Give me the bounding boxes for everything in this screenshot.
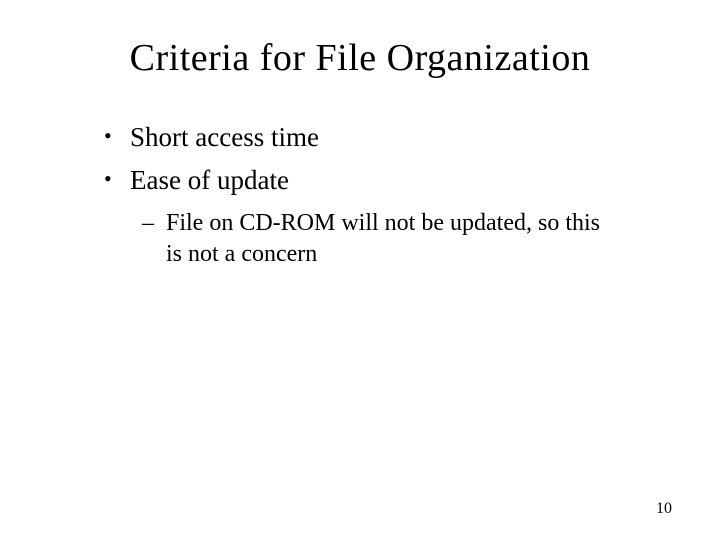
page-number: 10 <box>656 500 672 518</box>
sub-item: File on CD-ROM will not be updated, so t… <box>166 208 660 270</box>
sub-list: File on CD-ROM will not be updated, so t… <box>130 208 660 270</box>
slide-container: Criteria for File Organization Short acc… <box>0 0 720 540</box>
bullet-list: Short access time Ease of update File on… <box>60 120 660 271</box>
sub-bullet-text: File on CD-ROM will not be updated, so t… <box>166 210 600 267</box>
bullet-text: Ease of update <box>130 165 289 195</box>
bullet-item: Short access time <box>130 120 660 155</box>
slide-title: Criteria for File Organization <box>60 36 660 80</box>
bullet-item: Ease of update File on CD-ROM will not b… <box>130 163 660 270</box>
bullet-text: Short access time <box>130 122 319 152</box>
